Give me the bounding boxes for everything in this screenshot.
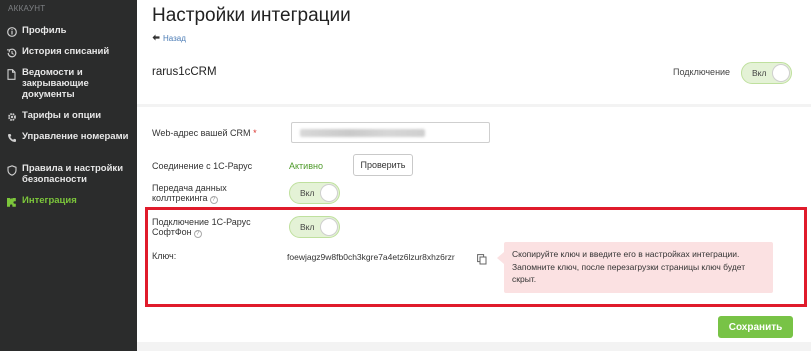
- required-mark: *: [253, 128, 257, 138]
- sidebar-item-label: Ведомости и закрывающие документы: [22, 67, 89, 100]
- sidebar: АККАУНТ Профиль История списаний Ведомос…: [0, 0, 137, 351]
- connection-label: Подключение: [673, 67, 731, 77]
- puzzle-icon: [6, 196, 17, 208]
- help-icon[interactable]: ?: [193, 230, 202, 238]
- sidebar-item-tariffs[interactable]: Тарифы и опции: [6, 110, 134, 123]
- sidebar-item-profile[interactable]: Профиль: [6, 25, 134, 38]
- toggle-label: Вкл: [300, 222, 315, 232]
- shield-icon: [6, 164, 17, 176]
- toggle-knob: [320, 184, 338, 202]
- connection-status-label: Соединение с 1С-Рарус: [152, 161, 253, 171]
- sidebar-item-label: Управление номерами: [22, 131, 129, 142]
- softphone-toggle[interactable]: Вкл: [289, 216, 340, 238]
- history-icon: [6, 47, 17, 59]
- sidebar-item-label: Профиль: [22, 25, 67, 36]
- sidebar-item-numbers[interactable]: Управление номерами: [6, 131, 134, 144]
- calltracking-toggle[interactable]: Вкл: [289, 182, 340, 204]
- copy-icon[interactable]: [477, 252, 487, 265]
- sidebar-item-security[interactable]: Правила и настройки безопасности: [6, 163, 134, 185]
- key-hint-tooltip: Скопируйте ключ и введите его в настройк…: [497, 242, 773, 293]
- sidebar-item-label: Интеграция: [22, 195, 77, 206]
- crm-url-input[interactable]: [291, 122, 490, 143]
- page-title: Настройки интеграции: [152, 5, 351, 26]
- toggle-knob: [772, 64, 790, 82]
- phone-icon: [6, 132, 17, 144]
- document-icon: [6, 68, 17, 80]
- blurred-url-value: [300, 129, 425, 137]
- sidebar-item-integration[interactable]: Интеграция: [6, 195, 134, 208]
- back-link-label: Назад: [163, 34, 186, 43]
- main-content: Настройки интеграции Назад rarus1cCRM По…: [137, 0, 811, 351]
- check-button[interactable]: Проверить: [353, 154, 413, 176]
- save-button[interactable]: Сохранить: [718, 316, 793, 338]
- info-circle-icon: [6, 26, 17, 38]
- key-label: Ключ:: [152, 251, 177, 261]
- sidebar-section-label: АККАУНТ: [8, 4, 46, 13]
- header-panel: Настройки интеграции Назад rarus1cCRM По…: [137, 0, 811, 104]
- key-value[interactable]: foewjagz9w8fb0ch3kgre7a4etz6lzur8xhz6rzr: [287, 252, 455, 262]
- sidebar-item-label: Правила и настройки безопасности: [22, 163, 124, 185]
- calltracking-label: Передача данных коллтрекинга?: [152, 183, 262, 204]
- toggle-knob: [320, 218, 338, 236]
- sidebar-item-label: История списаний: [22, 46, 110, 57]
- arrow-left-icon: [152, 34, 160, 43]
- crm-url-label: Web-адрес вашей CRM *: [152, 128, 257, 138]
- connection-status-value: Активно: [289, 161, 323, 171]
- gear-icon: [6, 111, 17, 123]
- toggle-label: Вкл: [752, 68, 767, 78]
- crm-url-label-text: Web-адрес вашей CRM: [152, 128, 251, 138]
- help-icon[interactable]: ?: [209, 196, 218, 204]
- sidebar-item-history[interactable]: История списаний: [6, 46, 134, 59]
- back-link[interactable]: Назад: [152, 34, 186, 43]
- connection-toggle[interactable]: Вкл: [741, 62, 792, 84]
- sidebar-item-label: Тарифы и опции: [22, 110, 102, 121]
- integration-name: rarus1cCRM: [152, 66, 217, 78]
- toggle-label: Вкл: [300, 188, 315, 198]
- sidebar-item-documents[interactable]: Ведомости и закрывающие документы: [6, 67, 134, 100]
- softphone-label: Подключение 1С-Рарус СофтФон?: [152, 217, 257, 238]
